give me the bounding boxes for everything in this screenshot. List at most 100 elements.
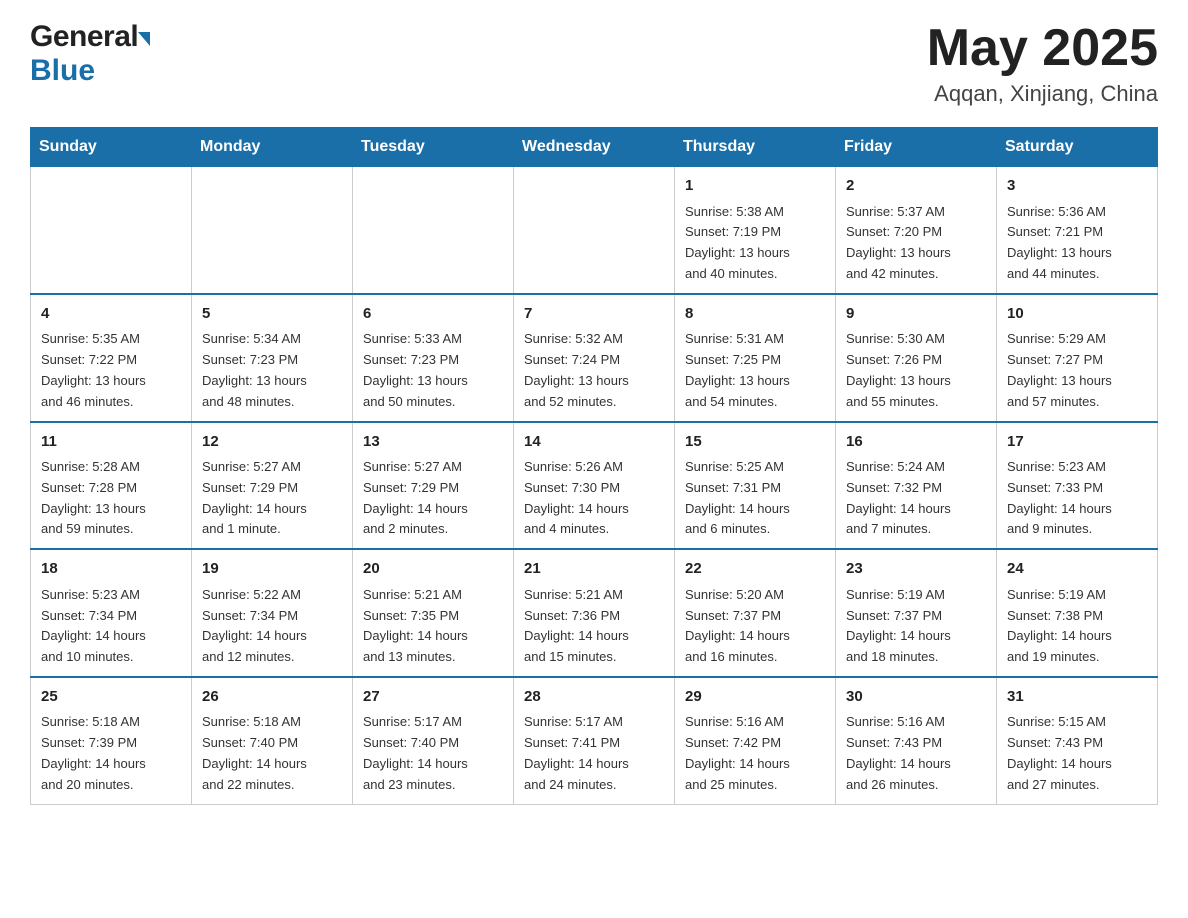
day-info: Sunrise: 5:17 AM Sunset: 7:40 PM Dayligh… [363,712,503,795]
column-header-monday: Monday [192,128,353,167]
calendar-cell: 27 Sunrise: 5:17 AM Sunset: 7:40 PM Dayli… [353,677,514,804]
title-block: May 2025 Aqqan, Xinjiang, China [927,20,1158,107]
calendar-cell: 30 Sunrise: 5:16 AM Sunset: 7:43 PM Dayli… [836,677,997,804]
calendar-cell: 15 Sunrise: 5:25 AM Sunset: 7:31 PM Dayli… [675,422,836,550]
calendar-cell: 7 Sunrise: 5:32 AM Sunset: 7:24 PM Daylig… [514,294,675,422]
day-number: 28 [524,686,664,709]
logo-arrow-icon [138,32,150,46]
day-info: Sunrise: 5:31 AM Sunset: 7:25 PM Dayligh… [685,329,825,412]
calendar-cell: 29 Sunrise: 5:16 AM Sunset: 7:42 PM Dayli… [675,677,836,804]
calendar-cell: 25 Sunrise: 5:18 AM Sunset: 7:39 PM Dayli… [31,677,192,804]
calendar-cell [514,167,675,294]
day-number: 3 [1007,175,1147,198]
logo-blue-text: Blue [30,54,95,88]
calendar-cell: 8 Sunrise: 5:31 AM Sunset: 7:25 PM Daylig… [675,294,836,422]
calendar-cell: 24 Sunrise: 5:19 AM Sunset: 7:38 PM Dayli… [997,549,1158,677]
day-info: Sunrise: 5:24 AM Sunset: 7:32 PM Dayligh… [846,457,986,540]
column-header-tuesday: Tuesday [353,128,514,167]
day-number: 14 [524,431,664,454]
day-number: 26 [202,686,342,709]
calendar-cell: 13 Sunrise: 5:27 AM Sunset: 7:29 PM Dayli… [353,422,514,550]
calendar-cell: 4 Sunrise: 5:35 AM Sunset: 7:22 PM Daylig… [31,294,192,422]
day-info: Sunrise: 5:19 AM Sunset: 7:38 PM Dayligh… [1007,585,1147,668]
calendar-cell: 14 Sunrise: 5:26 AM Sunset: 7:30 PM Dayli… [514,422,675,550]
calendar-cell: 10 Sunrise: 5:29 AM Sunset: 7:27 PM Dayli… [997,294,1158,422]
calendar-table: SundayMondayTuesdayWednesdayThursdayFrid… [30,127,1158,804]
day-number: 30 [846,686,986,709]
day-info: Sunrise: 5:36 AM Sunset: 7:21 PM Dayligh… [1007,202,1147,285]
calendar-cell [353,167,514,294]
column-header-saturday: Saturday [997,128,1158,167]
day-number: 9 [846,303,986,326]
day-number: 1 [685,175,825,198]
day-info: Sunrise: 5:16 AM Sunset: 7:42 PM Dayligh… [685,712,825,795]
day-number: 13 [363,431,503,454]
day-number: 8 [685,303,825,326]
day-number: 27 [363,686,503,709]
day-info: Sunrise: 5:38 AM Sunset: 7:19 PM Dayligh… [685,202,825,285]
day-number: 20 [363,558,503,581]
day-number: 4 [41,303,181,326]
calendar-cell: 3 Sunrise: 5:36 AM Sunset: 7:21 PM Daylig… [997,167,1158,294]
column-header-sunday: Sunday [31,128,192,167]
calendar-cell: 9 Sunrise: 5:30 AM Sunset: 7:26 PM Daylig… [836,294,997,422]
day-info: Sunrise: 5:27 AM Sunset: 7:29 PM Dayligh… [202,457,342,540]
logo-general-text: General [30,20,138,54]
calendar-cell: 20 Sunrise: 5:21 AM Sunset: 7:35 PM Dayli… [353,549,514,677]
day-info: Sunrise: 5:34 AM Sunset: 7:23 PM Dayligh… [202,329,342,412]
day-info: Sunrise: 5:33 AM Sunset: 7:23 PM Dayligh… [363,329,503,412]
day-info: Sunrise: 5:18 AM Sunset: 7:40 PM Dayligh… [202,712,342,795]
day-info: Sunrise: 5:27 AM Sunset: 7:29 PM Dayligh… [363,457,503,540]
day-number: 25 [41,686,181,709]
day-number: 7 [524,303,664,326]
day-info: Sunrise: 5:37 AM Sunset: 7:20 PM Dayligh… [846,202,986,285]
day-number: 16 [846,431,986,454]
column-header-thursday: Thursday [675,128,836,167]
calendar-cell: 31Sunrise: 5:15 AM Sunset: 7:43 PM Dayli… [997,677,1158,804]
calendar-cell: 23Sunrise: 5:19 AM Sunset: 7:37 PM Dayli… [836,549,997,677]
calendar-cell: 1 Sunrise: 5:38 AM Sunset: 7:19 PM Daylig… [675,167,836,294]
calendar-cell [31,167,192,294]
day-number: 10 [1007,303,1147,326]
day-number: 11 [41,431,181,454]
day-number: 21 [524,558,664,581]
day-info: Sunrise: 5:35 AM Sunset: 7:22 PM Dayligh… [41,329,181,412]
calendar-cell: 21Sunrise: 5:21 AM Sunset: 7:36 PM Dayli… [514,549,675,677]
calendar-cell: 18 Sunrise: 5:23 AM Sunset: 7:34 PM Dayli… [31,549,192,677]
day-info: Sunrise: 5:23 AM Sunset: 7:34 PM Dayligh… [41,585,181,668]
day-info: Sunrise: 5:17 AM Sunset: 7:41 PM Dayligh… [524,712,664,795]
calendar-week-row: 25 Sunrise: 5:18 AM Sunset: 7:39 PM Dayli… [31,677,1158,804]
day-number: 6 [363,303,503,326]
calendar-cell: 11 Sunrise: 5:28 AM Sunset: 7:28 PM Dayli… [31,422,192,550]
day-number: 5 [202,303,342,326]
day-info: Sunrise: 5:29 AM Sunset: 7:27 PM Dayligh… [1007,329,1147,412]
day-number: 24 [1007,558,1147,581]
column-header-wednesday: Wednesday [514,128,675,167]
calendar-cell: 6 Sunrise: 5:33 AM Sunset: 7:23 PM Daylig… [353,294,514,422]
column-header-friday: Friday [836,128,997,167]
calendar-cell: 22Sunrise: 5:20 AM Sunset: 7:37 PM Dayli… [675,549,836,677]
day-number: 18 [41,558,181,581]
calendar-week-row: 11 Sunrise: 5:28 AM Sunset: 7:28 PM Dayli… [31,422,1158,550]
calendar-week-row: 18 Sunrise: 5:23 AM Sunset: 7:34 PM Dayli… [31,549,1158,677]
day-info: Sunrise: 5:21 AM Sunset: 7:35 PM Dayligh… [363,585,503,668]
day-number: 17 [1007,431,1147,454]
calendar-cell: 5 Sunrise: 5:34 AM Sunset: 7:23 PM Daylig… [192,294,353,422]
day-info: Sunrise: 5:32 AM Sunset: 7:24 PM Dayligh… [524,329,664,412]
day-number: 22 [685,558,825,581]
day-number: 19 [202,558,342,581]
day-number: 2 [846,175,986,198]
calendar-cell: 12Sunrise: 5:27 AM Sunset: 7:29 PM Dayli… [192,422,353,550]
day-info: Sunrise: 5:23 AM Sunset: 7:33 PM Dayligh… [1007,457,1147,540]
day-info: Sunrise: 5:18 AM Sunset: 7:39 PM Dayligh… [41,712,181,795]
day-number: 29 [685,686,825,709]
day-number: 31 [1007,686,1147,709]
day-number: 15 [685,431,825,454]
day-info: Sunrise: 5:28 AM Sunset: 7:28 PM Dayligh… [41,457,181,540]
calendar-cell: 17 Sunrise: 5:23 AM Sunset: 7:33 PM Dayli… [997,422,1158,550]
day-info: Sunrise: 5:16 AM Sunset: 7:43 PM Dayligh… [846,712,986,795]
day-info: Sunrise: 5:26 AM Sunset: 7:30 PM Dayligh… [524,457,664,540]
day-info: Sunrise: 5:30 AM Sunset: 7:26 PM Dayligh… [846,329,986,412]
day-info: Sunrise: 5:25 AM Sunset: 7:31 PM Dayligh… [685,457,825,540]
calendar-cell [192,167,353,294]
